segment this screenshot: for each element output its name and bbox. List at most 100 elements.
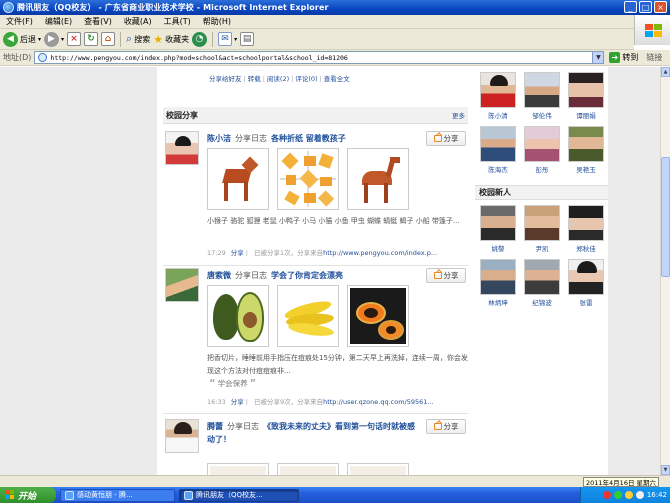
chevron-down-icon[interactable]: ▾	[234, 36, 237, 43]
friend-card[interactable]: 谭丽娟	[566, 72, 606, 120]
friend-name[interactable]: 陈小清	[488, 110, 508, 120]
friend-photo[interactable]	[524, 259, 560, 295]
menu-edit[interactable]: 编辑(E)	[39, 16, 78, 27]
post-share-link[interactable]: 分享	[231, 249, 244, 257]
scroll-down-icon[interactable]: ▼	[661, 465, 670, 475]
friend-photo[interactable]	[480, 259, 516, 295]
taskbar-item-active[interactable]: 腾讯朋友（QQ校友...	[179, 488, 299, 502]
friend-name[interactable]: 姚黎	[492, 243, 505, 253]
friend-name[interactable]: 纪锦波	[532, 297, 552, 307]
stop-button[interactable]: ×	[67, 32, 82, 46]
chevron-down-icon[interactable]: ▾	[61, 36, 64, 43]
friend-card[interactable]: 吴艳玉	[566, 126, 606, 174]
friend-name[interactable]: 吴艳玉	[576, 164, 596, 174]
tray-icon[interactable]	[602, 491, 611, 499]
scroll-thumb[interactable]	[661, 157, 670, 277]
friend-name[interactable]: 张雷	[580, 297, 593, 307]
friend-card[interactable]: 姚黎	[478, 205, 518, 253]
search-button[interactable]: ⌕ 搜索	[126, 32, 150, 46]
friend-name[interactable]: 陈海杰	[488, 164, 508, 174]
avatar[interactable]	[165, 268, 199, 302]
taskbar-item[interactable]: 感动黄恒朋 - 腾...	[60, 488, 175, 502]
thumbnail-photo[interactable]	[347, 463, 409, 475]
post-source-link[interactable]: http://www.pengyou.com/index.p...	[323, 249, 437, 257]
tray-icon[interactable]	[613, 491, 622, 499]
friend-name[interactable]: 尹凯	[536, 243, 549, 253]
share-button[interactable]: 分享	[426, 419, 466, 434]
thumbnail-origami-diagram[interactable]	[277, 148, 339, 210]
history-button[interactable]: ◔	[192, 31, 208, 47]
url-text[interactable]: http://www.pengyou.com/index.php?mod=sch…	[50, 54, 592, 62]
forward-button[interactable]: ▶ ▾	[44, 31, 64, 47]
read-count-link[interactable]: 阅读(2)	[267, 75, 289, 83]
friend-photo[interactable]	[524, 72, 560, 108]
post-source-link[interactable]: http://user.qzone.qq.com/59561...	[323, 398, 434, 406]
home-button[interactable]: ⌂	[101, 32, 116, 46]
friend-photo[interactable]	[568, 205, 604, 241]
back-button[interactable]: ◀ 后退 ▾	[3, 31, 41, 47]
friend-photo[interactable]	[524, 126, 560, 162]
vertical-scrollbar[interactable]: ▲ ▼	[660, 67, 670, 475]
menu-view[interactable]: 查看(V)	[78, 16, 118, 27]
window-titlebar[interactable]: 腾讯朋友（QQ校友） - 广东省商业职业技术学校 - Microsoft Int…	[0, 0, 670, 15]
close-button[interactable]: ×	[654, 1, 667, 13]
start-button[interactable]: 开始	[0, 487, 56, 503]
forward-link[interactable]: 转载	[248, 75, 261, 83]
chevron-down-icon[interactable]: ▾	[38, 36, 41, 43]
menu-favorites[interactable]: 收藏(A)	[118, 16, 158, 27]
menu-tools[interactable]: 工具(T)	[158, 16, 197, 27]
share-to-friend-link[interactable]: 分享给好友	[209, 75, 242, 83]
friend-name[interactable]: 林炳坤	[488, 297, 508, 307]
post-author[interactable]: 陈小洁	[207, 134, 231, 143]
friend-card[interactable]: 郑秋佳	[566, 205, 606, 253]
post-share-link[interactable]: 分享	[231, 398, 244, 406]
friend-card[interactable]: 林炳坤	[478, 259, 518, 307]
thumbnail-photo[interactable]	[277, 463, 339, 475]
maximize-button[interactable]: □	[639, 1, 652, 13]
friend-card[interactable]: 陈海杰	[478, 126, 518, 174]
chevron-down-icon[interactable]: ▼	[592, 52, 604, 63]
thumbnail-avocado[interactable]	[207, 285, 269, 347]
avatar[interactable]	[165, 419, 199, 453]
clock[interactable]: 16:42	[647, 491, 667, 499]
friend-name[interactable]: 谭丽娟	[576, 110, 596, 120]
friend-photo[interactable]	[480, 72, 516, 108]
menu-help[interactable]: 帮助(H)	[197, 16, 237, 27]
friend-card[interactable]: 彭彤	[522, 126, 562, 174]
post-author[interactable]: 腾蕾	[207, 422, 223, 431]
url-input[interactable]: http://www.pengyou.com/index.php?mod=sch…	[34, 51, 605, 64]
minimize-button[interactable]: _	[624, 1, 637, 13]
friend-photo[interactable]	[568, 72, 604, 108]
friend-photo[interactable]	[524, 205, 560, 241]
favorites-button[interactable]: ★ 收藏夹	[153, 33, 189, 46]
share-button[interactable]: 分享	[426, 131, 466, 146]
more-link[interactable]: 更多	[452, 110, 465, 120]
avatar[interactable]	[165, 131, 199, 165]
thumbnail-photo[interactable]	[207, 463, 269, 475]
post-title[interactable]: 学会了你肯定会漂亮	[271, 271, 343, 280]
links-button[interactable]: 链接	[646, 52, 662, 63]
thumbnail-origami-camel[interactable]	[347, 148, 409, 210]
friend-name[interactable]: 邹伦伟	[532, 110, 552, 120]
view-full-link[interactable]: 查看全文	[324, 75, 350, 83]
scroll-up-icon[interactable]: ▲	[661, 67, 670, 77]
friend-photo[interactable]	[568, 126, 604, 162]
friend-card[interactable]: 尹凯	[522, 205, 562, 253]
go-button[interactable]: ➔ 转到	[609, 52, 638, 63]
friend-name[interactable]: 郑秋佳	[576, 243, 596, 253]
post-title[interactable]: 各种折纸 留着教孩子	[271, 134, 346, 143]
friend-card[interactable]: 纪锦波	[522, 259, 562, 307]
print-button[interactable]: ▤	[240, 32, 255, 46]
friend-photo[interactable]	[480, 126, 516, 162]
thumbnail-origami-dog[interactable]	[207, 148, 269, 210]
friend-card[interactable]: 邹伦伟	[522, 72, 562, 120]
menu-file[interactable]: 文件(F)	[0, 16, 39, 27]
friend-name[interactable]: 彭彤	[536, 164, 549, 174]
volume-icon[interactable]	[635, 491, 644, 499]
share-button[interactable]: 分享	[426, 268, 466, 283]
comment-link[interactable]: 评论(0)	[295, 75, 317, 83]
friend-photo[interactable]	[480, 205, 516, 241]
thumbnail-papaya[interactable]	[347, 285, 409, 347]
friend-photo[interactable]	[568, 259, 604, 295]
mail-button[interactable]: ✉ ▾	[218, 32, 237, 46]
